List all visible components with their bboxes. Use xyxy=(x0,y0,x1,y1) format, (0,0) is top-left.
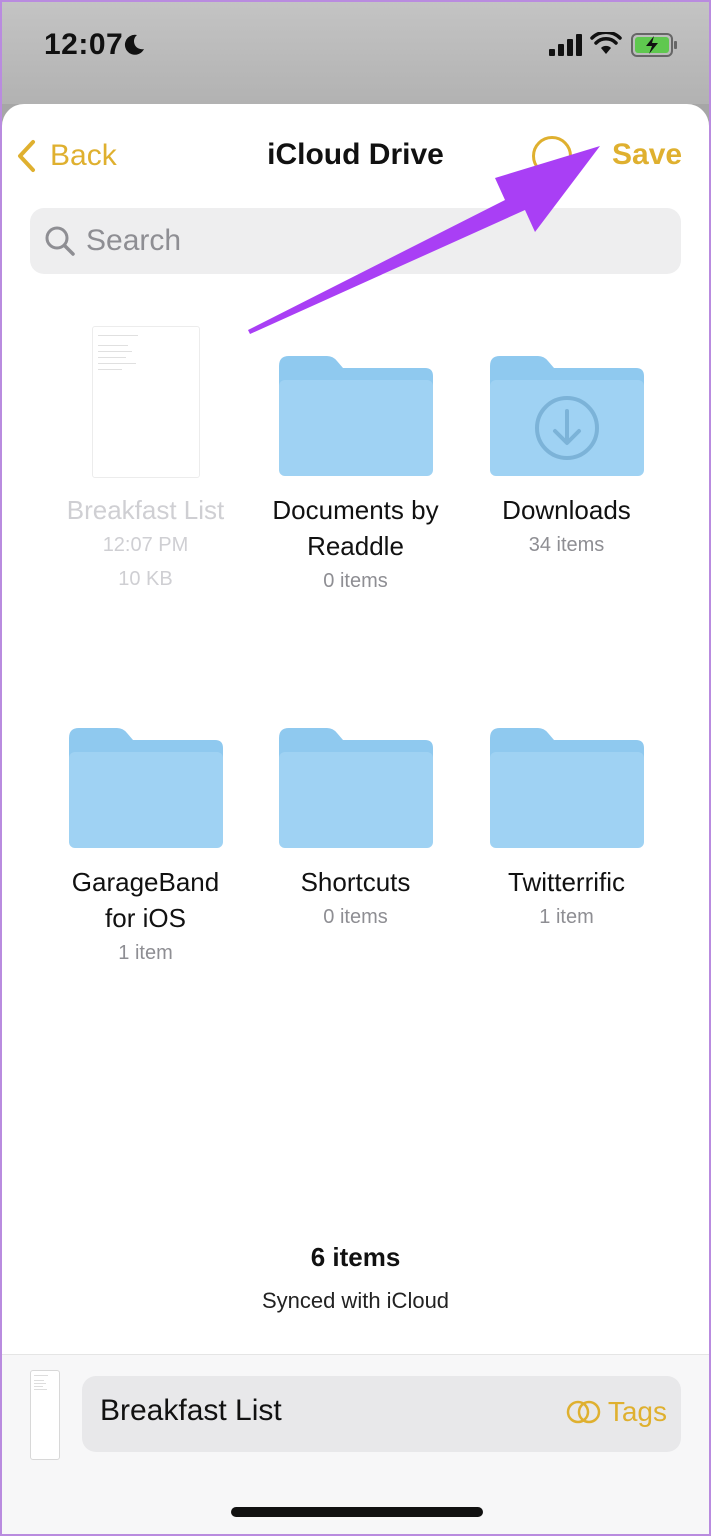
item-name: GarageBand for iOS xyxy=(71,867,220,933)
tags-icon xyxy=(566,1400,601,1424)
tags-label: Tags xyxy=(607,1396,667,1427)
item-name: Breakfast List xyxy=(66,495,225,525)
item-name: Documents by Readdle xyxy=(272,495,439,561)
item-count: 0 items xyxy=(323,570,388,592)
folder-item-garageband[interactable]: GarageBand for iOS 1 item xyxy=(40,698,251,970)
item-count: 1 item xyxy=(539,906,594,928)
tags-button[interactable]: Tags xyxy=(566,1396,667,1428)
folder-icon xyxy=(279,728,433,848)
folder-item-downloads[interactable]: Downloads 34 items xyxy=(461,326,672,562)
item-time: 12:07 PM xyxy=(102,534,189,556)
item-count: 34 items xyxy=(528,534,605,556)
folder-item-twitterrific[interactable]: Twitterrific 1 item xyxy=(461,698,672,934)
item-count: 1 item xyxy=(118,942,173,964)
folder-icon xyxy=(279,356,433,476)
document-thumbnail-small xyxy=(30,1370,60,1460)
item-name: Downloads xyxy=(502,495,631,525)
folder-icon xyxy=(69,728,223,848)
item-name: Shortcuts xyxy=(300,867,411,897)
item-count: 0 items xyxy=(323,906,388,928)
folder-icon xyxy=(490,728,644,848)
file-item-breakfast-list[interactable]: Breakfast List 12:07 PM 10 KB xyxy=(40,326,251,596)
folder-item-documents-by-readdle[interactable]: Documents by Readdle 0 items xyxy=(250,326,461,598)
home-indicator xyxy=(231,1507,483,1517)
item-name: Twitterrific xyxy=(508,867,625,897)
filename-input[interactable] xyxy=(100,1394,520,1428)
item-size: 10 KB xyxy=(118,568,173,590)
filename-field[interactable]: Tags xyxy=(82,1376,681,1452)
download-folder-icon xyxy=(490,356,644,476)
annotation-arrow xyxy=(248,146,600,334)
folder-item-shortcuts[interactable]: Shortcuts 0 items xyxy=(250,698,461,934)
item-count-title: 6 items xyxy=(310,1242,401,1272)
sync-status: Synced with iCloud xyxy=(261,1288,450,1313)
